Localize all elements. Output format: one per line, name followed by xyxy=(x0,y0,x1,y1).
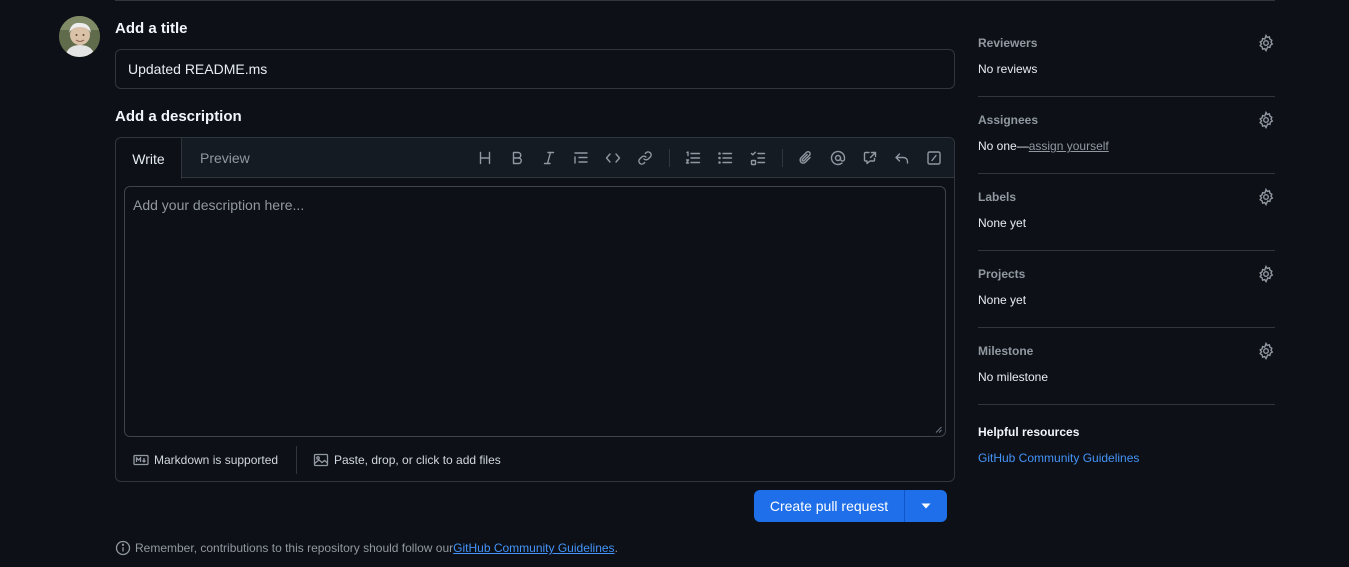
reviewers-gear-icon[interactable] xyxy=(1257,33,1275,52)
create-pull-request-group: Create pull request xyxy=(754,490,947,522)
sidebar-assignees: Assignees No one—assign yourself xyxy=(978,97,1275,174)
projects-gear-icon[interactable] xyxy=(1257,264,1275,283)
title-heading: Add a title xyxy=(115,20,188,37)
sidebar-helpful-resources: Helpful resources GitHub Community Guide… xyxy=(978,405,1275,475)
sidebar-projects: Projects None yet xyxy=(978,251,1275,328)
labels-value: None yet xyxy=(978,216,1027,230)
contribution-note: Remember, contributions to this reposito… xyxy=(115,540,618,556)
milestone-gear-icon[interactable] xyxy=(1257,341,1275,360)
info-icon xyxy=(115,540,131,556)
description-editor: Write Preview Add your description here.… xyxy=(115,137,955,482)
code-icon[interactable] xyxy=(605,150,621,166)
attach-icon[interactable] xyxy=(798,150,814,166)
editor-footer: Markdown is supported Paste, drop, or cl… xyxy=(116,444,954,476)
contribution-note-text: Remember, contributions to this reposito… xyxy=(135,541,454,555)
caret-down-icon xyxy=(921,503,930,509)
heading-icon[interactable] xyxy=(477,150,493,166)
assignees-gear-icon[interactable] xyxy=(1257,110,1275,129)
contribution-note-end: . xyxy=(614,541,618,555)
helpful-resources-title: Helpful resources xyxy=(978,425,1080,439)
image-icon xyxy=(313,453,329,467)
description-heading: Add a description xyxy=(115,108,242,125)
community-guidelines-link[interactable]: GitHub Community Guidelines xyxy=(453,541,614,555)
pull-request-form: Add a title Updated README.ms Add a desc… xyxy=(115,0,955,567)
assign-yourself-link[interactable]: assign yourself xyxy=(1029,139,1109,153)
assignees-none: No one— xyxy=(978,139,1029,153)
avatar-image xyxy=(59,16,100,57)
sidebar: Reviewers No reviews Assignees No one—as… xyxy=(978,20,1275,475)
link-icon[interactable] xyxy=(637,150,653,166)
italic-icon[interactable] xyxy=(541,150,557,166)
sidebar-labels: Labels None yet xyxy=(978,174,1275,251)
markdown-note-label: Markdown is supported xyxy=(154,453,279,467)
resize-handle-icon[interactable] xyxy=(935,426,942,433)
attach-files-button[interactable]: Paste, drop, or click to add files xyxy=(313,452,501,468)
title-input[interactable]: Updated README.ms xyxy=(115,49,955,89)
reviewers-title: Reviewers xyxy=(978,36,1038,50)
title-input-value: Updated README.ms xyxy=(128,61,268,77)
footer-divider xyxy=(296,446,297,474)
quote-icon[interactable] xyxy=(573,150,589,166)
unordered-list-icon[interactable] xyxy=(717,150,733,166)
projects-title: Projects xyxy=(978,267,1026,281)
markdown-icon xyxy=(133,454,149,466)
labels-title: Labels xyxy=(978,190,1017,204)
numbered-list-icon[interactable] xyxy=(685,150,701,166)
description-placeholder: Add your description here... xyxy=(133,197,305,213)
assignees-value: No one—assign yourself xyxy=(978,139,1109,153)
undo-icon[interactable] xyxy=(894,150,910,166)
user-avatar[interactable] xyxy=(59,16,100,57)
create-pull-request-button[interactable]: Create pull request xyxy=(754,490,905,522)
tab-preview[interactable]: Preview xyxy=(200,138,250,178)
toolbar-divider xyxy=(669,149,670,167)
tab-write[interactable]: Write xyxy=(116,138,182,179)
attach-files-label: Paste, drop, or click to add files xyxy=(334,453,501,467)
description-textarea[interactable]: Add your description here... xyxy=(124,186,946,437)
milestone-title: Milestone xyxy=(978,344,1034,358)
reference-icon[interactable] xyxy=(862,150,878,166)
sidebar-milestone: Milestone No milestone xyxy=(978,328,1275,405)
milestone-value: No milestone xyxy=(978,370,1049,384)
markdown-note[interactable]: Markdown is supported xyxy=(133,452,278,468)
slash-command-icon[interactable] xyxy=(926,150,942,166)
bold-icon[interactable] xyxy=(509,150,525,166)
reviewers-value: No reviews xyxy=(978,62,1038,76)
editor-toolbar: Write Preview xyxy=(116,138,954,179)
sidebar-reviewers: Reviewers No reviews xyxy=(978,20,1275,97)
labels-gear-icon[interactable] xyxy=(1257,187,1275,206)
mention-icon[interactable] xyxy=(830,150,846,166)
assignees-title: Assignees xyxy=(978,113,1039,127)
toolbar-divider xyxy=(782,149,783,167)
projects-value: None yet xyxy=(978,293,1027,307)
create-options-dropdown[interactable] xyxy=(905,490,946,522)
task-list-icon[interactable] xyxy=(750,150,766,166)
sidebar-guidelines-link[interactable]: GitHub Community Guidelines xyxy=(978,451,1139,465)
